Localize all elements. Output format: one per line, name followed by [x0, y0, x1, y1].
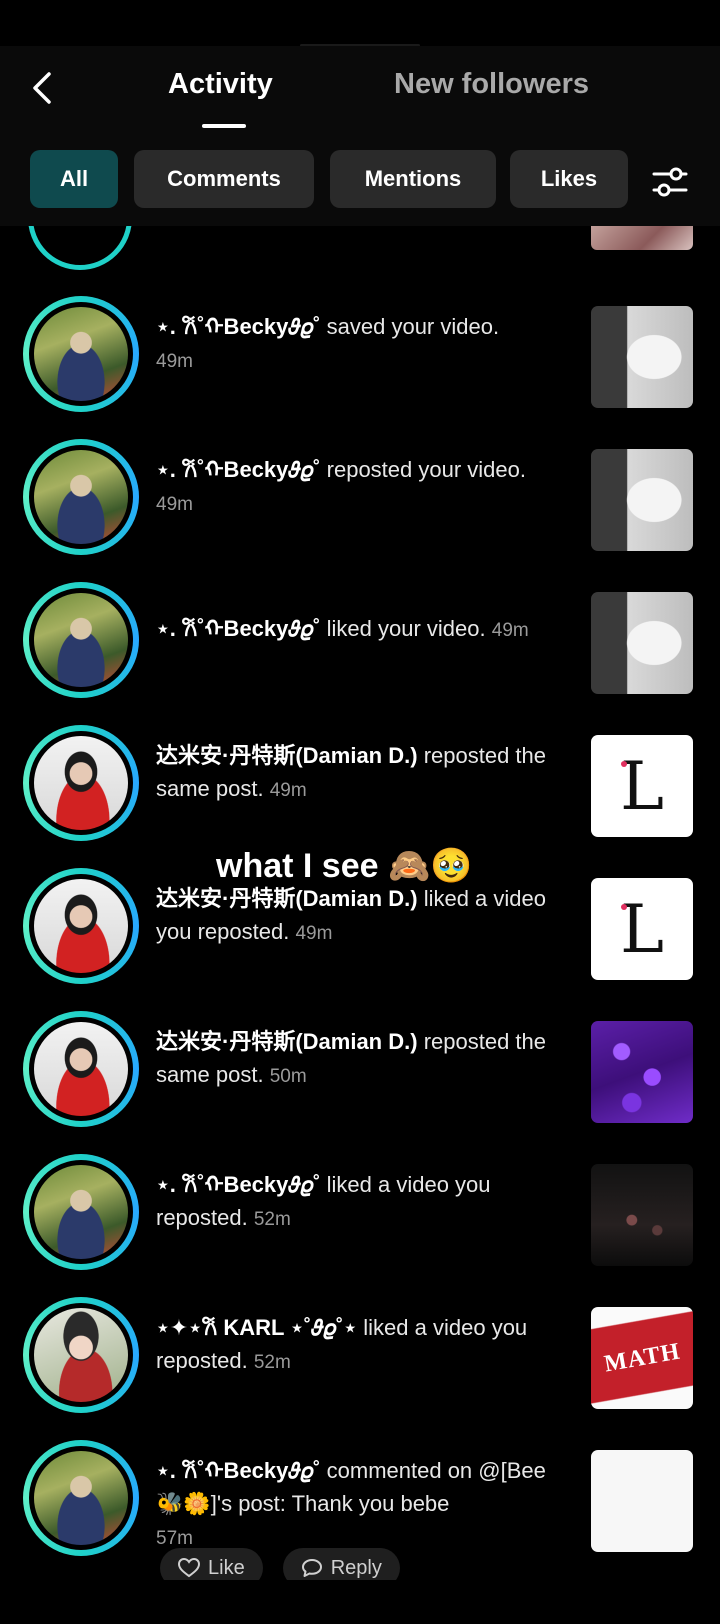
- action-text: liked your video.: [326, 616, 486, 641]
- filter-chip-all[interactable]: All: [30, 150, 118, 208]
- username[interactable]: 达米安·丹特斯(Damian D.): [156, 1029, 418, 1054]
- list-item[interactable]: ⋆. 𐙚˚ᡣBecky𝜗𝜚˚ reposted your video. 49m: [0, 427, 720, 570]
- notification-text: ⋆. 𐙚˚ᡣBecky𝜗𝜚˚ saved your video. 49m: [156, 310, 570, 378]
- tab-new-followers[interactable]: New followers: [394, 68, 589, 101]
- filter-chip-mentions[interactable]: Mentions: [330, 150, 496, 208]
- avatar[interactable]: [23, 296, 139, 412]
- video-thumbnail[interactable]: [591, 592, 693, 694]
- timestamp: 50m: [269, 1066, 307, 1087]
- video-caption-overlay: what I see 🙈🥹: [216, 847, 473, 885]
- thumbnail-dot: [621, 904, 627, 910]
- username[interactable]: ⋆. 𐙚˚ᡣBecky𝜗𝜚˚: [156, 314, 321, 339]
- list-item[interactable]: ⋆. 𐙚˚ᡣBecky𝜗𝜚˚ saved your video. 49m: [0, 284, 720, 427]
- like-label: Like: [208, 1556, 245, 1579]
- username[interactable]: ⋆✦⋆𐙚 KARL ⋆˚𝜗𝜚˚⋆: [156, 1315, 357, 1340]
- avatar[interactable]: [23, 439, 139, 555]
- avatar[interactable]: [23, 725, 139, 841]
- avatar[interactable]: [23, 868, 139, 984]
- timestamp: 49m: [295, 923, 333, 944]
- list-item[interactable]: 达米安·丹特斯(Damian D.) reposted the same pos…: [0, 713, 720, 856]
- speech-bubble-icon: [301, 1559, 322, 1577]
- filter-chip-comments[interactable]: Comments: [134, 150, 314, 208]
- avatar[interactable]: [23, 582, 139, 698]
- thumbnail-letter: L: [620, 747, 664, 825]
- chevron-left-icon: [33, 72, 51, 104]
- username[interactable]: ⋆. 𐙚˚ᡣBecky𝜗𝜚˚: [156, 1172, 321, 1197]
- notification-text: ⋆✦⋆𐙚 KARL ⋆˚𝜗𝜚˚⋆ liked a video you repos…: [156, 1311, 570, 1379]
- username[interactable]: ⋆. 𐙚˚ᡣBecky𝜗𝜚˚: [156, 616, 321, 641]
- thumbnail-letter: L: [620, 890, 664, 968]
- video-thumbnail[interactable]: [591, 1164, 693, 1266]
- timestamp: 49m: [491, 620, 529, 641]
- action-text: reposted your video.: [326, 457, 526, 482]
- video-thumbnail[interactable]: [591, 1450, 693, 1552]
- partial-thumbnail[interactable]: [591, 226, 693, 250]
- notification-text: 达米安·丹特斯(Damian D.) reposted the same pos…: [156, 1025, 570, 1093]
- thumbnail-dot: [621, 761, 627, 767]
- thumbnail-title: MATH: [601, 1338, 683, 1377]
- header: Activity New followers: [0, 46, 720, 136]
- partial-avatar: [28, 226, 132, 270]
- timestamp: 49m: [156, 351, 193, 372]
- notification-text: ⋆. 𐙚˚ᡣBecky𝜗𝜚˚ commented on @[Bee🐝🌼]'s p…: [156, 1454, 570, 1555]
- action-text: saved your video.: [326, 314, 500, 339]
- list-item[interactable]: 达米安·丹特斯(Damian D.) reposted the same pos…: [0, 999, 720, 1142]
- timestamp: 49m: [269, 780, 307, 801]
- username[interactable]: 达米安·丹特斯(Damian D.): [156, 743, 418, 768]
- video-thumbnail[interactable]: [591, 306, 693, 408]
- avatar[interactable]: [23, 1297, 139, 1413]
- video-thumbnail[interactable]: L: [591, 735, 693, 837]
- list-item[interactable]: ⋆✦⋆𐙚 KARL ⋆˚𝜗𝜚˚⋆ liked a video you repos…: [0, 1285, 720, 1428]
- back-button[interactable]: [22, 66, 62, 110]
- username[interactable]: ⋆. 𐙚˚ᡣBecky𝜗𝜚˚: [156, 1458, 321, 1483]
- status-bar: [0, 0, 720, 47]
- username[interactable]: ⋆. 𐙚˚ᡣBecky𝜗𝜚˚: [156, 457, 321, 482]
- reply-label: Reply: [330, 1556, 382, 1579]
- avatar[interactable]: [23, 1440, 139, 1556]
- notification-text: ⋆. 𐙚˚ᡣBecky𝜗𝜚˚ liked a video you reposte…: [156, 1168, 570, 1236]
- activity-list: ⋆. 𐙚˚ᡣBecky𝜗𝜚˚ saved your video. 49m ⋆. …: [0, 226, 720, 1580]
- timestamp: 52m: [253, 1352, 291, 1373]
- video-thumbnail[interactable]: L: [591, 878, 693, 980]
- username[interactable]: 达米安·丹特斯(Damian D.): [156, 886, 418, 911]
- video-thumbnail[interactable]: MATH: [591, 1307, 693, 1409]
- notification-text: 达米安·丹特斯(Damian D.) reposted the same pos…: [156, 739, 570, 807]
- notification-text: 达米安·丹特斯(Damian D.) liked a video you rep…: [156, 882, 570, 950]
- navigation-bar: [0, 1580, 720, 1624]
- video-thumbnail[interactable]: [591, 449, 693, 551]
- timestamp: 49m: [156, 494, 193, 515]
- filter-bar: All Comments Mentions Likes: [0, 136, 720, 226]
- notification-text: ⋆. 𐙚˚ᡣBecky𝜗𝜚˚ reposted your video. 49m: [156, 453, 570, 521]
- tab-activity[interactable]: Activity: [168, 68, 273, 101]
- notification-text: ⋆. 𐙚˚ᡣBecky𝜗𝜚˚ liked your video. 49m: [156, 612, 570, 647]
- avatar[interactable]: [23, 1011, 139, 1127]
- list-item[interactable]: ⋆. 𐙚˚ᡣBecky𝜗𝜚˚ liked your video. 49m: [0, 570, 720, 713]
- list-item[interactable]: ⋆. 𐙚˚ᡣBecky𝜗𝜚˚ liked a video you reposte…: [0, 1142, 720, 1285]
- timestamp: 52m: [253, 1209, 291, 1230]
- active-tab-indicator: [202, 124, 246, 128]
- filter-chip-likes[interactable]: Likes: [510, 150, 628, 208]
- timestamp: 57m: [156, 1528, 193, 1549]
- video-thumbnail[interactable]: [591, 1021, 693, 1123]
- avatar[interactable]: [23, 1154, 139, 1270]
- heart-icon: [178, 1558, 200, 1578]
- filter-settings-icon[interactable]: [650, 162, 690, 202]
